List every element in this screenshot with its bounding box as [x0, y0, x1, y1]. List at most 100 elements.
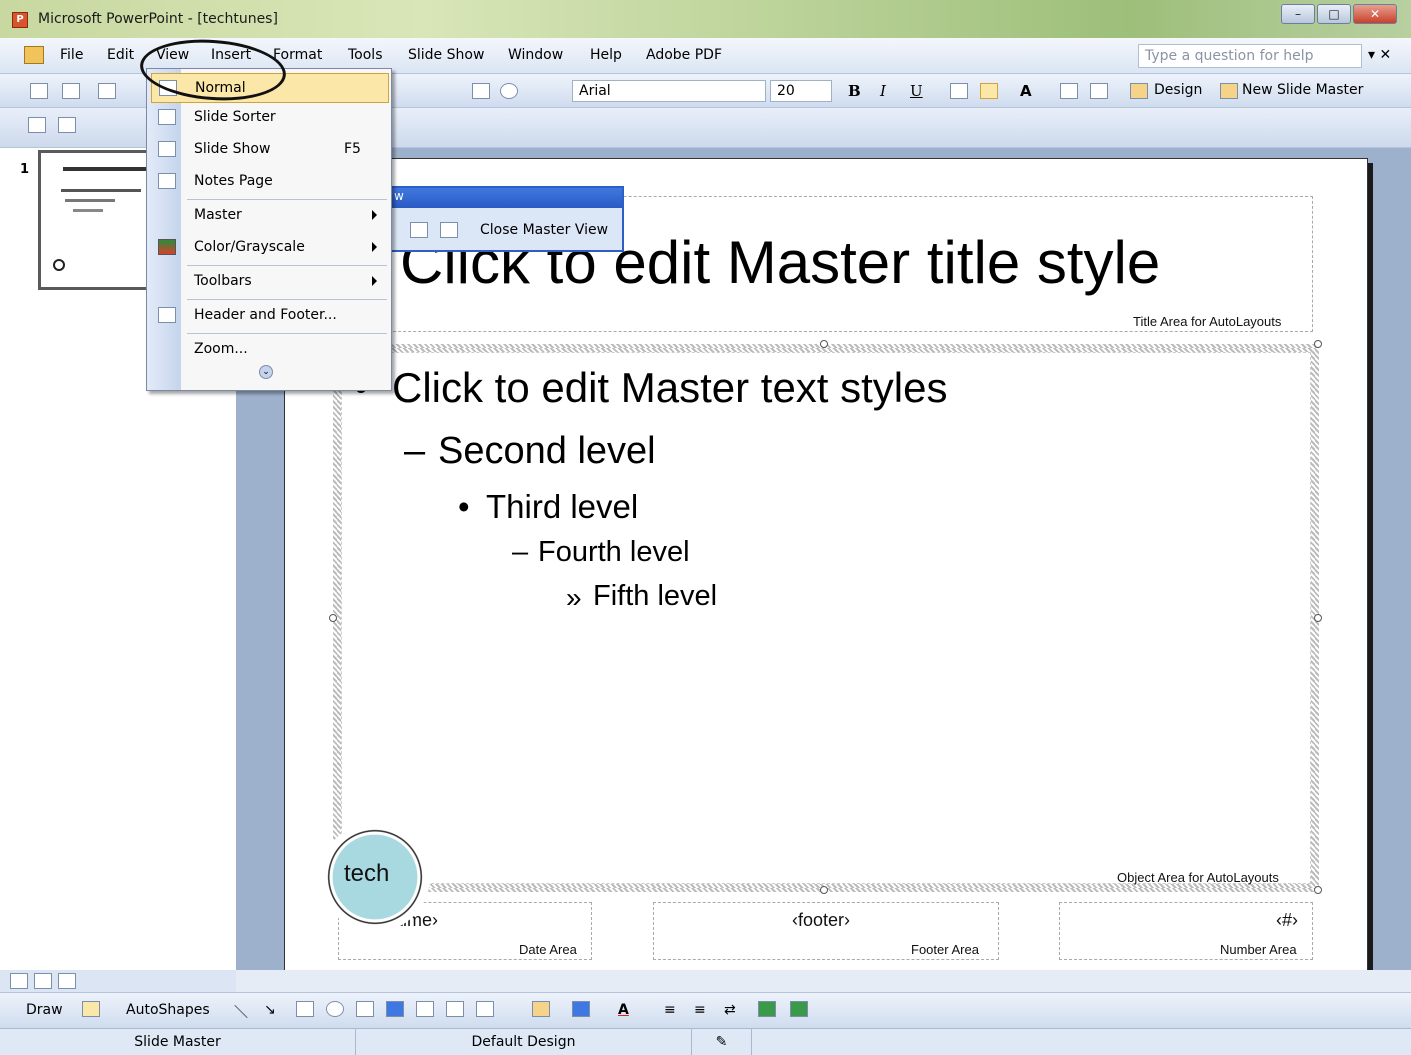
menu-item-slide-sorter[interactable]: Slide Sorter	[151, 103, 389, 133]
3d-style-icon[interactable]	[790, 1001, 808, 1017]
autoshapes-menu-button[interactable]: AutoShapes	[126, 1002, 210, 1018]
bold-icon[interactable]: B	[848, 82, 861, 100]
numbering-icon[interactable]	[950, 83, 968, 99]
menu-item-shortcut: F5	[344, 141, 361, 157]
preserve-master-icon[interactable]	[410, 222, 428, 238]
minimize-button[interactable]: –	[1281, 4, 1315, 24]
resize-handle[interactable]	[820, 340, 828, 348]
rectangle-icon[interactable]	[296, 1001, 314, 1017]
normal-view-button-icon[interactable]	[10, 973, 28, 989]
color-grayscale-icon	[158, 239, 176, 255]
arrow-icon[interactable]: ↘	[264, 1002, 276, 1018]
menu-item-label: Header and Footer...	[194, 307, 337, 323]
close-button[interactable]: ✕	[1353, 4, 1397, 24]
level-5-text[interactable]: Fifth level	[593, 580, 717, 613]
help-icon[interactable]	[500, 83, 518, 99]
menu-item-notes-page[interactable]: Notes Page	[151, 167, 389, 197]
slide-sorter-button-icon[interactable]	[34, 973, 52, 989]
new-file-icon[interactable]	[30, 83, 48, 99]
menu-item-master[interactable]: Master	[151, 201, 389, 231]
resize-handle[interactable]	[820, 886, 828, 894]
level-3-bullet: •	[458, 488, 470, 525]
oval-icon[interactable]	[326, 1001, 344, 1017]
arrow-style-icon[interactable]: ⇄	[724, 1002, 736, 1018]
menu-item-slide-show[interactable]: Slide Show F5	[151, 135, 389, 165]
shadow-style-icon[interactable]	[758, 1001, 776, 1017]
object-area-placeholder[interactable]	[333, 344, 1319, 892]
thumbnail-text-line	[61, 189, 141, 192]
master-view-toolbar-title[interactable]: w	[384, 188, 622, 208]
dash-style-icon[interactable]: ≡	[694, 1002, 706, 1018]
menu-format[interactable]: Format	[273, 47, 322, 63]
master-layout-icon[interactable]	[440, 222, 458, 238]
font-size-select[interactable]: 20	[770, 80, 832, 102]
textbox-icon[interactable]	[356, 1001, 374, 1017]
menu-item-toolbars[interactable]: Toolbars	[151, 267, 389, 297]
level-1-text[interactable]: Click to edit Master text styles	[392, 364, 948, 412]
menu-slide-show[interactable]: Slide Show	[408, 47, 484, 63]
new-slide-master-icon	[1220, 83, 1238, 99]
menu-item-label: Zoom...	[194, 341, 248, 357]
menu-window[interactable]: Window	[508, 47, 563, 63]
open-file-icon[interactable]	[62, 83, 80, 99]
select-objects-icon[interactable]	[82, 1001, 100, 1017]
font-name-select[interactable]: Arial	[572, 80, 766, 102]
line-style-icon[interactable]: ≡	[664, 1002, 676, 1018]
level-4-text[interactable]: Fourth level	[538, 536, 690, 569]
resize-handle[interactable]	[1314, 614, 1322, 622]
menu-item-header-footer[interactable]: Header and Footer...	[151, 301, 389, 331]
line-color-icon[interactable]	[572, 1001, 590, 1017]
design-icon	[1130, 83, 1148, 99]
maximize-button[interactable]: □	[1317, 4, 1351, 24]
menu-help[interactable]: Help	[590, 47, 622, 63]
new-slide-master-button[interactable]: New Slide Master	[1242, 82, 1363, 98]
italic-icon[interactable]: I	[880, 82, 886, 100]
title-area-label: Title Area for AutoLayouts	[1133, 314, 1282, 329]
menu-tools[interactable]: Tools	[348, 47, 383, 63]
help-search-input[interactable]: Type a question for help	[1138, 44, 1362, 68]
resize-handle[interactable]	[329, 614, 337, 622]
powerpoint-app-icon[interactable]: P	[12, 12, 28, 28]
slides-tab-icon[interactable]	[28, 117, 46, 133]
fill-color-icon[interactable]	[532, 1001, 550, 1017]
picture-icon[interactable]	[476, 1001, 494, 1017]
draw-menu-button[interactable]: Draw	[26, 1002, 63, 1018]
font-color-icon[interactable]: A	[618, 1002, 629, 1018]
level-2-text[interactable]: Second level	[438, 430, 656, 473]
menu-item-label: Slide Show	[194, 141, 271, 157]
close-document-icon[interactable]: ▾ ✕	[1368, 47, 1391, 63]
clipart-icon[interactable]	[446, 1001, 464, 1017]
menu-edit[interactable]: Edit	[107, 47, 134, 63]
design-button[interactable]: Design	[1154, 82, 1202, 98]
dropdown-arrow-icon[interactable]	[472, 83, 490, 99]
outline-tab-icon[interactable]	[58, 117, 76, 133]
decrease-indent-icon[interactable]	[1060, 83, 1078, 99]
level-4-bullet: –	[512, 536, 529, 568]
increase-font-icon[interactable]: A	[1020, 82, 1032, 100]
resize-handle[interactable]	[1314, 886, 1322, 894]
spelling-check-icon[interactable]: ✎	[692, 1029, 752, 1055]
slide-show-button-icon[interactable]	[58, 973, 76, 989]
horizontal-scrollbar[interactable]	[236, 970, 1411, 992]
increase-indent-icon[interactable]	[1090, 83, 1108, 99]
expand-menu-chevron-icon[interactable]: ⌄	[259, 365, 273, 379]
save-icon[interactable]	[98, 83, 116, 99]
thumbnail-text-line	[73, 209, 103, 212]
master-view-toolbar[interactable]: w Close Master View	[382, 186, 624, 252]
menu-item-color-grayscale[interactable]: Color/Grayscale	[151, 233, 389, 263]
document-icon[interactable]	[24, 46, 44, 64]
bullets-icon[interactable]	[980, 83, 998, 99]
menu-item-zoom[interactable]: Zoom...	[151, 335, 389, 365]
resize-handle[interactable]	[1314, 340, 1322, 348]
submenu-arrow-icon	[372, 210, 377, 220]
menu-file[interactable]: File	[60, 47, 83, 63]
menu-separator	[187, 299, 387, 300]
diagram-icon[interactable]	[416, 1001, 434, 1017]
wordart-icon[interactable]	[386, 1001, 404, 1017]
menu-adobe-pdf[interactable]: Adobe PDF	[646, 47, 722, 63]
level-3-text[interactable]: Third level	[486, 488, 638, 526]
level-2-bullet: –	[404, 430, 426, 472]
underline-icon[interactable]: U	[910, 82, 923, 100]
close-master-view-button[interactable]: Close Master View	[480, 222, 608, 238]
line-icon[interactable]: ＼	[234, 1002, 248, 1022]
